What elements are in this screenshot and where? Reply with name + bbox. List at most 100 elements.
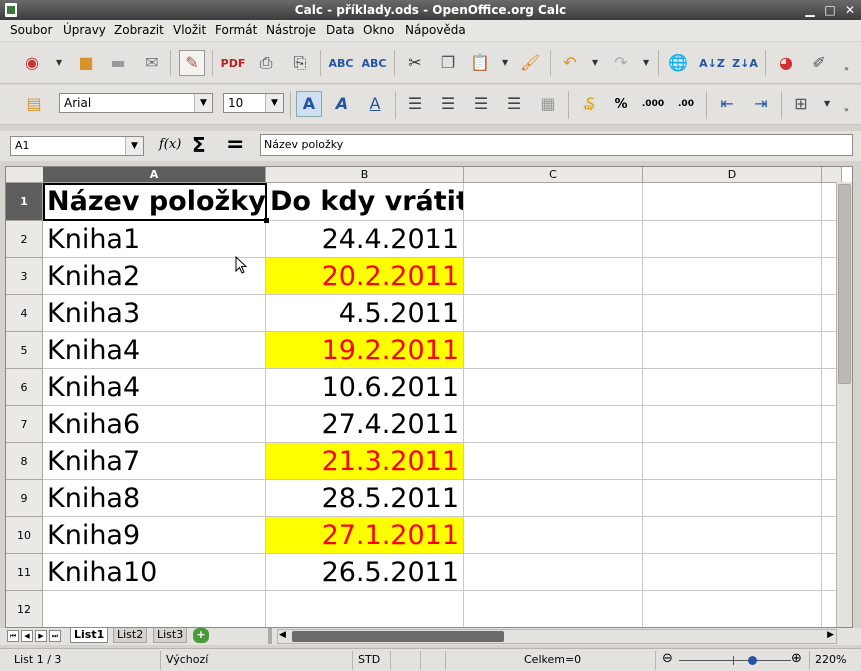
borders-icon[interactable]: ⊞ [788,91,814,117]
cell-c3[interactable] [464,258,643,295]
row-header-12[interactable]: 12 [6,591,43,627]
sheet-tab-list3[interactable]: List3 [153,628,188,643]
zoom-in-icon[interactable]: ⊕ [791,652,802,669]
column-header-a[interactable]: A [43,167,266,183]
percent-format-icon[interactable]: % [608,91,634,117]
cell-d3[interactable] [643,258,822,295]
zoom-out-icon[interactable]: ⊖ [662,652,673,669]
row-header-8[interactable]: 8 [6,443,43,480]
chevron-down-icon[interactable]: ▼ [56,58,62,67]
first-sheet-icon[interactable]: ⏮ [7,630,19,642]
spellcheck-icon[interactable]: ABC [328,50,354,76]
formula-input[interactable]: Název položky [260,134,853,156]
scroll-left-icon[interactable]: ◀ [279,630,286,640]
cell-c11[interactable] [464,554,643,591]
minimize-icon[interactable]: ▁ [802,2,818,18]
paste-icon[interactable]: 📋 [467,50,493,76]
cell-b4[interactable]: 4.5.2011 [266,295,464,332]
row-header-11[interactable]: 11 [6,554,43,591]
cell-d11[interactable] [643,554,822,591]
print-preview-icon[interactable]: ⎘ [287,50,313,76]
cell-d4[interactable] [643,295,822,332]
sort-descending-icon[interactable]: Z↓A [732,50,758,76]
menu-format[interactable]: Formát [215,23,257,37]
menu-soubor[interactable]: Soubor [10,23,52,37]
row-header-1[interactable]: 1 [6,183,43,221]
menu-data[interactable]: Data [326,23,355,37]
cell-b8[interactable]: 21.3.2011 [266,443,464,480]
add-sheet-icon[interactable]: + [193,628,209,643]
copy-icon[interactable]: ❐ [435,50,461,76]
chevron-down-icon[interactable]: ▼ [592,58,598,67]
cell-c5[interactable] [464,332,643,369]
cell-c7[interactable] [464,406,643,443]
save-icon[interactable]: ▬ [105,50,131,76]
cell-b11[interactable]: 26.5.2011 [266,554,464,591]
justify-icon[interactable]: ☰ [501,91,527,117]
cell-b12[interactable] [266,591,464,627]
hyperlink-icon[interactable]: 🌐 [665,50,691,76]
maximize-icon[interactable]: □ [822,2,838,18]
print-icon[interactable]: ⎙ [253,50,279,76]
edit-mode-icon[interactable]: ✎ [179,50,205,76]
menu-zobrazit[interactable]: Zobrazit [114,23,164,37]
cell-d8[interactable] [643,443,822,480]
underline-icon[interactable]: A [362,91,388,117]
cell-b1[interactable]: Do kdy vrátit [266,183,464,221]
page-style[interactable]: Výchozí [166,652,208,669]
export-pdf-icon[interactable]: PDF [220,50,246,76]
row-header-10[interactable]: 10 [6,517,43,554]
cell-a6[interactable]: Kniha4 [43,369,266,406]
cut-icon[interactable]: ✂ [402,50,428,76]
vertical-scrollbar[interactable] [836,182,852,627]
select-all-corner[interactable] [6,167,44,183]
scroll-right-icon[interactable]: ▶ [827,630,834,640]
cell-c12[interactable] [464,591,643,627]
styles-icon[interactable]: ▤ [21,91,47,117]
chevron-down-icon[interactable]: ▼ [502,58,508,67]
column-header-c[interactable]: C [464,167,643,183]
cell-d6[interactable] [643,369,822,406]
tab-splitter[interactable] [268,628,272,644]
last-sheet-icon[interactable]: ⏭ [49,630,61,642]
chevron-down-icon[interactable]: ▼ [265,94,283,112]
row-header-4[interactable]: 4 [6,295,43,332]
cell-c10[interactable] [464,517,643,554]
cell-d12[interactable] [643,591,822,627]
menu-okno[interactable]: Okno [363,23,394,37]
row-header-3[interactable]: 3 [6,258,43,295]
font-size-combobox[interactable]: 10 ▼ [223,93,284,113]
align-left-icon[interactable]: ☰ [402,91,428,117]
font-name-combobox[interactable]: Arial ▼ [59,93,213,113]
menu-vlozit[interactable]: Vložit [173,23,206,37]
open-folder-icon[interactable]: ■ [73,50,99,76]
sort-ascending-icon[interactable]: A↓Z [699,50,725,76]
row-header-9[interactable]: 9 [6,480,43,517]
toolbar-overflow-icon[interactable]: » [844,64,849,73]
previous-sheet-icon[interactable]: ◀ [21,630,33,642]
decrease-indent-icon[interactable]: ⇤ [714,91,740,117]
cell-c4[interactable] [464,295,643,332]
sum-icon[interactable]: Σ [192,133,206,157]
align-right-icon[interactable]: ☰ [468,91,494,117]
cell-a4[interactable]: Kniha3 [43,295,266,332]
cell-d10[interactable] [643,517,822,554]
column-header-b[interactable]: B [266,167,464,183]
standard-format-icon[interactable]: .000 [640,91,666,117]
horizontal-scrollbar[interactable]: ◀ ▶ [277,629,837,644]
chart-icon[interactable]: ◕ [773,50,799,76]
fill-handle[interactable] [264,218,269,223]
chevron-down-icon[interactable]: ▼ [194,94,212,112]
italic-icon[interactable]: A [329,91,355,117]
zoom-slider-thumb[interactable] [748,656,757,665]
column-header-e[interactable] [822,167,842,183]
email-icon[interactable]: ✉ [139,50,165,76]
cell-c8[interactable] [464,443,643,480]
cell-c1[interactable] [464,183,643,221]
new-document-icon[interactable]: ◉ [19,50,45,76]
currency-format-icon[interactable]: ₷ [576,91,602,117]
chevron-down-icon[interactable]: ▼ [643,58,649,67]
cell-b9[interactable]: 28.5.2011 [266,480,464,517]
row-header-6[interactable]: 6 [6,369,43,406]
sheet-tab-list1[interactable]: List1 [70,628,109,643]
